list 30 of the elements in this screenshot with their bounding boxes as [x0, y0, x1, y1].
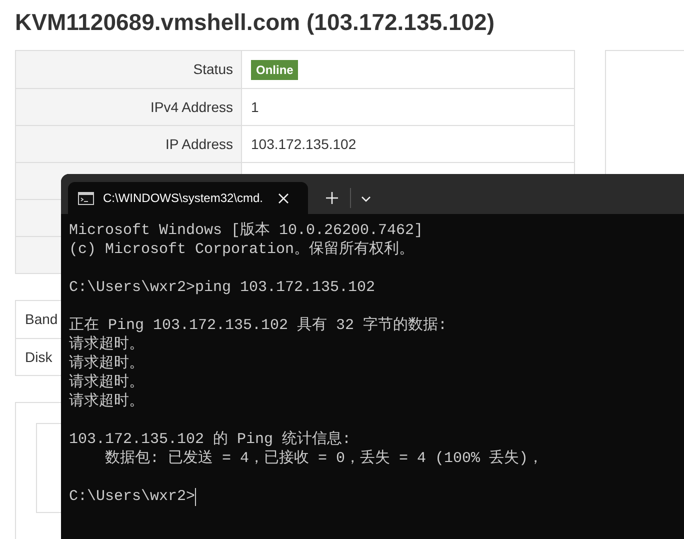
terminal-tab[interactable]: C:\WINDOWS\system32\cmd.: [68, 182, 308, 214]
tab-title: C:\WINDOWS\system32\cmd.: [103, 190, 264, 207]
terminal-line: 请求超时。: [69, 354, 144, 373]
field-value: 1: [251, 98, 259, 117]
console-icon: [78, 192, 94, 204]
text-cursor: [195, 488, 196, 506]
terminal-line: 请求超时。: [69, 392, 144, 411]
terminal-line: 正在 Ping 103.172.135.102 具有 32 字节的数据:: [69, 316, 448, 335]
terminal-line: (c) Microsoft Corporation。保留所有权利。: [69, 240, 414, 259]
field-label: IPv4 Address: [16, 89, 242, 125]
close-icon: [278, 192, 290, 204]
terminal-line: 103.172.135.102 的 Ping 统计信息:: [69, 430, 352, 449]
terminal-line: C:\Users\wxr2>: [69, 487, 196, 506]
field-label: IP Address: [16, 126, 242, 162]
close-button[interactable]: [278, 192, 290, 204]
terminal-line: 请求超时。: [69, 373, 144, 392]
chevron-down-icon: [361, 196, 371, 202]
usage-label: Band: [25, 311, 58, 327]
terminal-line: 数据包: 已发送 = 4，已接收 = 0，丢失 = 4 (100% 丢失)，: [104, 449, 544, 468]
new-tab-button[interactable]: [326, 192, 338, 204]
terminal-line: 请求超时。: [69, 335, 144, 354]
dropdown-button[interactable]: [361, 196, 371, 202]
usage-label: Disk: [25, 349, 52, 365]
terminal-line: Microsoft Windows [版本 10.0.26200.7462]: [69, 221, 424, 240]
page-title: KVM1120689.vmshell.com (103.172.135.102): [15, 8, 496, 36]
status-badge: Online: [251, 60, 298, 80]
field-value: 103.172.135.102: [251, 135, 356, 154]
terminal-line: C:\Users\wxr2>ping 103.172.135.102: [69, 278, 376, 297]
field-label: Status: [16, 51, 242, 88]
plus-icon: [326, 192, 338, 204]
